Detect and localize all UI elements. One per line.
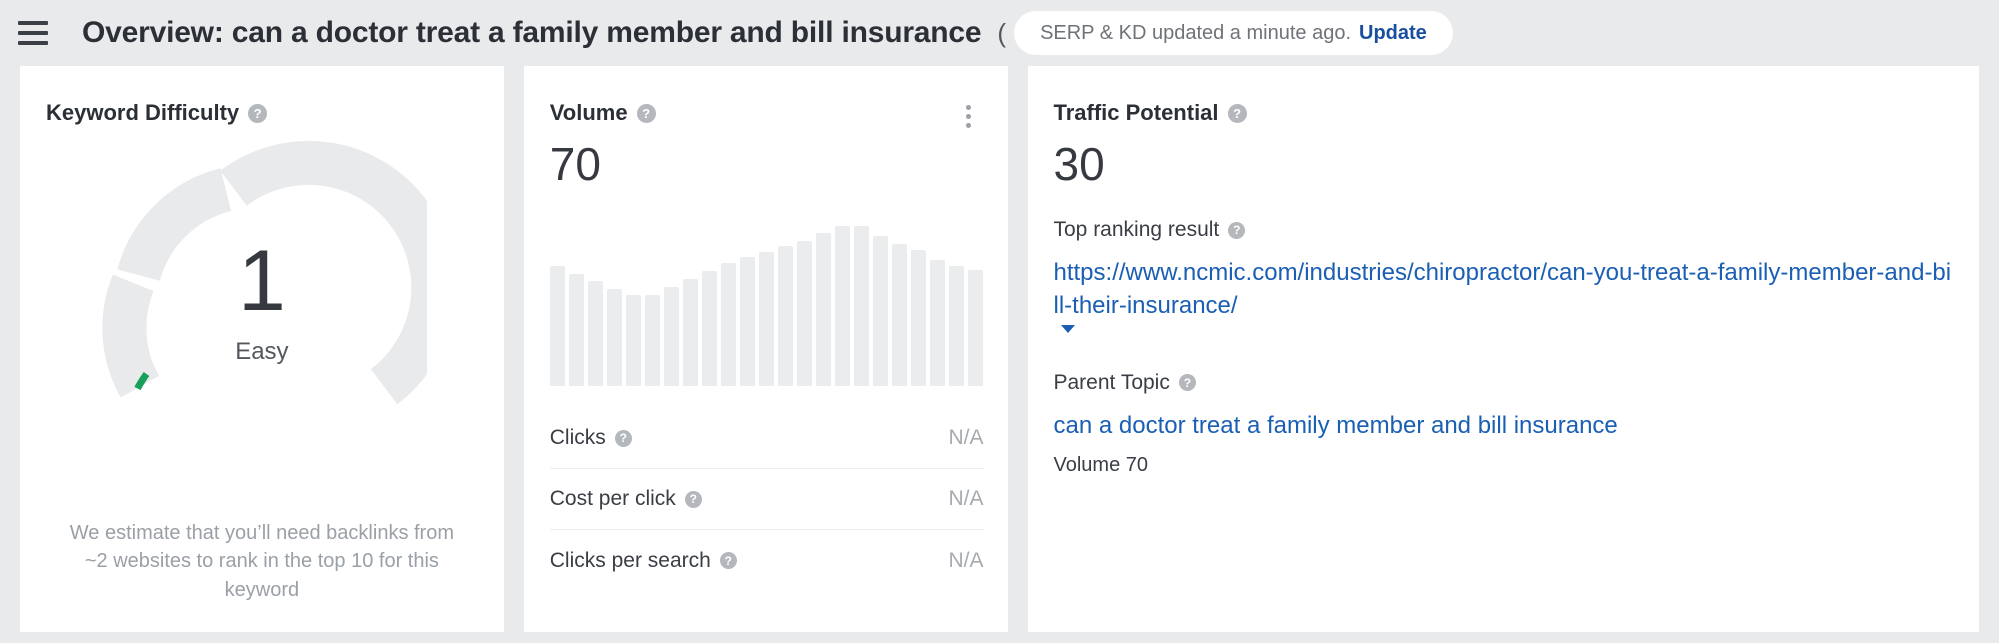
volume-bar bbox=[873, 235, 889, 387]
volume-bar bbox=[892, 243, 908, 387]
keyword-difficulty-score-label: Easy bbox=[235, 338, 289, 365]
hamburger-bar bbox=[18, 41, 48, 45]
traffic-potential-value: 30 bbox=[1053, 138, 1105, 190]
volume-bar bbox=[606, 288, 622, 387]
metric-value: N/A bbox=[948, 426, 984, 450]
volume-bar bbox=[625, 295, 641, 387]
volume-bar bbox=[587, 280, 603, 387]
card-title-label: Keyword Difficulty bbox=[46, 100, 240, 125]
top-ranking-result-label: Top ranking result ? bbox=[1054, 218, 1954, 242]
help-icon[interactable]: ? bbox=[684, 490, 702, 508]
card-title-label: Volume bbox=[549, 100, 628, 125]
volume-card: Volume ? 70 Clicks? N/A Cost per click? N/A… bbox=[523, 66, 1008, 632]
keyword-difficulty-card: Keyword Difficulty ? 1 Easy We estimate … bbox=[20, 66, 504, 632]
volume-bar bbox=[568, 274, 584, 387]
volume-bar bbox=[854, 226, 870, 387]
help-icon[interactable]: ? bbox=[614, 429, 632, 447]
volume-bar bbox=[721, 263, 737, 387]
help-icon[interactable]: ? bbox=[248, 103, 268, 123]
volume-bar bbox=[835, 226, 851, 387]
parent-topic-volume: Volume 70 bbox=[1053, 453, 1149, 476]
update-notice-text: SERP & KD updated a minute ago. bbox=[1040, 21, 1351, 44]
card-title-label: Traffic Potential bbox=[1053, 100, 1219, 125]
volume-bar bbox=[682, 279, 698, 387]
help-icon[interactable]: ? bbox=[719, 552, 737, 570]
volume-bar bbox=[949, 266, 965, 387]
hamburger-bar bbox=[18, 21, 48, 25]
volume-title: Volume ? bbox=[524, 66, 1008, 126]
volume-bar bbox=[549, 266, 565, 387]
help-icon[interactable]: ? bbox=[1178, 374, 1196, 392]
hamburger-icon[interactable] bbox=[18, 16, 52, 50]
help-icon[interactable]: ? bbox=[1227, 103, 1247, 123]
paren-mark: ( bbox=[997, 17, 1007, 48]
keyword-difficulty-score: 1 bbox=[237, 233, 286, 329]
volume-bar bbox=[778, 245, 794, 387]
parent-topic-label: Parent Topic ? bbox=[1054, 371, 1954, 395]
kebab-dot bbox=[966, 122, 971, 128]
volume-metrics-list: Clicks? N/A Cost per click? N/A Clicks per s… bbox=[549, 408, 984, 591]
keyword-difficulty-footer: We estimate that you’ll need backlinks f… bbox=[69, 521, 454, 601]
app-header: Overview: can a doctor treat a family me… bbox=[0, 0, 1999, 66]
metric-value: N/A bbox=[948, 487, 984, 511]
kebab-menu-icon[interactable] bbox=[958, 102, 980, 130]
chevron-down-icon[interactable] bbox=[1060, 324, 1075, 333]
traffic-potential-title: Traffic Potential ? bbox=[1028, 66, 1980, 126]
update-notice-pill: SERP & KD updated a minute ago. Update bbox=[1014, 11, 1453, 55]
metric-value: N/A bbox=[948, 548, 984, 572]
keyword-difficulty-title: Keyword Difficulty ? bbox=[20, 66, 504, 126]
top-ranking-result-url-wrap: https://www.ncmic.com/industries/chiropr… bbox=[1054, 256, 1954, 340]
metric-label: Clicks? bbox=[550, 426, 632, 450]
volume-bar bbox=[702, 271, 718, 387]
volume-bar bbox=[816, 232, 832, 387]
metric-row: Cost per click? N/A bbox=[549, 469, 984, 531]
parent-topic-link[interactable]: can a doctor treat a family member and b… bbox=[1054, 409, 1954, 442]
page-title: Overview: can a doctor treat a family me… bbox=[82, 16, 982, 49]
keyword-difficulty-gauge: 1 Easy bbox=[20, 126, 504, 456]
volume-bar-chart bbox=[549, 226, 984, 387]
update-link[interactable]: Update bbox=[1359, 22, 1427, 45]
help-icon[interactable]: ? bbox=[1228, 221, 1246, 239]
traffic-potential-body: Top ranking result ? https://www.ncmic.c… bbox=[1028, 218, 1980, 476]
help-icon[interactable]: ? bbox=[636, 103, 656, 123]
metric-label-text: Clicks per search bbox=[549, 548, 711, 572]
kebab-dot bbox=[966, 104, 971, 110]
metric-label: Clicks per search? bbox=[550, 549, 737, 573]
metric-row: Clicks per search? N/A bbox=[550, 530, 984, 591]
metric-label-text: Cost per click bbox=[549, 487, 676, 511]
volume-bar bbox=[663, 287, 679, 387]
kebab-dot bbox=[966, 113, 971, 119]
metric-label-text: Clicks bbox=[549, 426, 606, 450]
volume-bar bbox=[740, 256, 756, 387]
section-label-text: Top ranking result bbox=[1053, 218, 1220, 242]
volume-bar bbox=[911, 250, 927, 387]
volume-bar bbox=[968, 269, 984, 387]
traffic-potential-card: Traffic Potential ? 30 Top ranking resul… bbox=[1027, 66, 1980, 632]
volume-bar bbox=[759, 251, 775, 387]
top-ranking-result-url[interactable]: https://www.ncmic.com/industries/chiropr… bbox=[1054, 256, 1954, 322]
cards-row: Keyword Difficulty ? 1 Easy We estimate … bbox=[0, 66, 1999, 643]
volume-bar bbox=[644, 295, 660, 387]
metric-row: Clicks? N/A bbox=[549, 408, 984, 470]
volume-bar bbox=[930, 259, 946, 387]
hamburger-bar bbox=[18, 31, 48, 35]
volume-bar bbox=[797, 240, 813, 387]
volume-value: 70 bbox=[549, 138, 601, 190]
metric-label: Cost per click? bbox=[550, 487, 702, 511]
section-label-text: Parent Topic bbox=[1053, 370, 1170, 394]
